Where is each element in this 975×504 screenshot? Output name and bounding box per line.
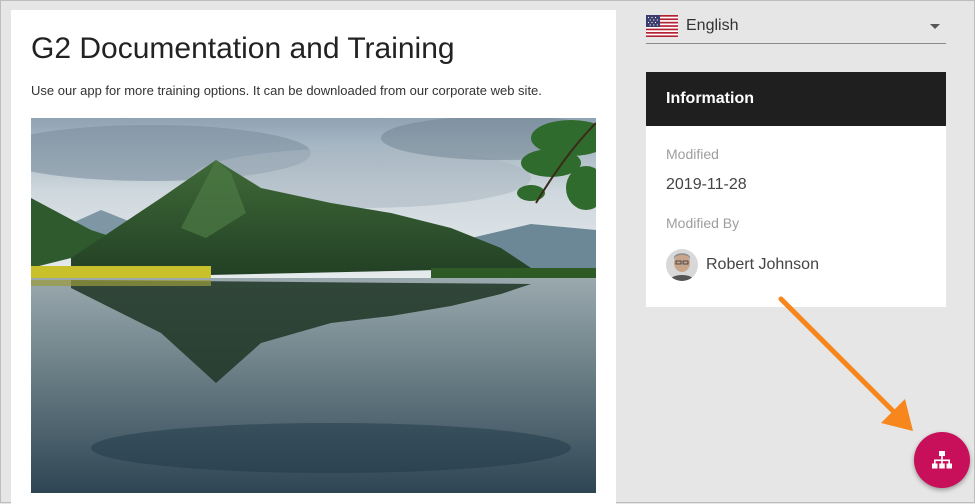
main-content-card: G2 Documentation and Training Use our ap… <box>11 10 616 504</box>
modified-date: 2019-11-28 <box>666 176 747 193</box>
us-flag-icon <box>646 15 678 37</box>
language-label: English <box>686 17 739 34</box>
sitemap-fab-button[interactable] <box>914 432 970 488</box>
information-header: Information <box>646 72 946 126</box>
modified-by-name[interactable]: Robert Johnson <box>706 256 819 274</box>
page-description: Use our app for more training options. I… <box>31 83 542 98</box>
avatar <box>666 249 698 281</box>
sitemap-icon <box>932 451 952 469</box>
page-title: G2 Documentation and Training <box>31 32 455 65</box>
modified-by-label: Modified By <box>666 215 740 231</box>
modified-label: Modified <box>666 146 719 162</box>
annotation-arrow-icon <box>778 296 913 431</box>
language-select[interactable]: English <box>646 13 946 44</box>
information-panel: Information Modified 2019-11-28 Modified… <box>646 72 946 307</box>
chevron-down-icon <box>930 24 940 29</box>
hero-landscape-image <box>31 118 596 493</box>
